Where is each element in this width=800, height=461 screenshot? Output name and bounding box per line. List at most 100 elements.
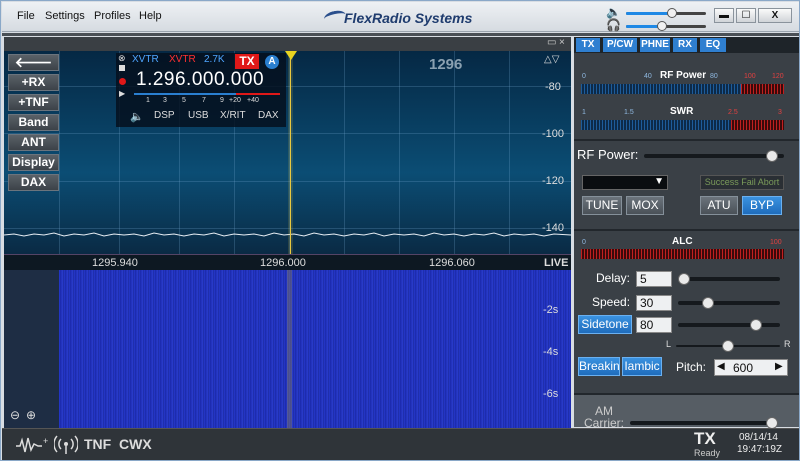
close-slice-icon[interactable]: ⊗ [118, 53, 126, 64]
speed-slider-thumb[interactable] [702, 297, 714, 309]
waterfall-time-label: -2s [543, 304, 559, 316]
live-label: LIVE [544, 257, 569, 269]
rx-antenna-label[interactable]: XVTR [132, 54, 159, 65]
tab-rx[interactable]: RX [673, 38, 697, 52]
alc-meter-title: ALC [672, 236, 693, 247]
pitch-decrease-icon[interactable]: ◀ [717, 361, 725, 372]
speed-slider[interactable] [678, 297, 780, 309]
pitch-stepper[interactable]: ◀ 600 ▶ [714, 359, 788, 376]
mox-button[interactable]: MOX [626, 196, 664, 215]
dax-button[interactable]: DAX [8, 174, 59, 191]
frequency-scale[interactable]: 1295.940 1296.000 1296.060 LIVE [4, 254, 571, 270]
add-rx-button[interactable]: +RX [8, 74, 59, 91]
panadapter-close-button[interactable]: × [559, 37, 565, 48]
swr-meter-bar [581, 120, 784, 130]
sidetone-slider[interactable] [678, 319, 780, 331]
slice-flag: ⊗ ▶ XVTR XVTR 2.7K TX A 1.296.000.000 1 … [116, 53, 286, 127]
delay-slider-thumb[interactable] [678, 273, 690, 285]
speaker-icon: 🔈 [606, 5, 621, 19]
rf-power-label: RF Power: [577, 147, 639, 162]
rf-power-slider-thumb[interactable] [766, 150, 778, 162]
tx-badge[interactable]: TX [235, 54, 259, 69]
sidetone-pan-slider[interactable] [676, 340, 780, 352]
rf-power-slider[interactable] [644, 150, 784, 162]
cwx-toggle[interactable]: CWX [119, 436, 152, 452]
meter-scale-tick: 80 [710, 73, 718, 80]
close-button[interactable]: X [758, 8, 792, 23]
pitch-value[interactable]: 600 [733, 361, 753, 375]
tab-eq[interactable]: EQ [700, 38, 726, 52]
lock-icon[interactable] [119, 65, 125, 71]
waterfall[interactable]: -2s -4s -6s ⊖ ⊕ [4, 270, 571, 428]
pitch-increase-icon[interactable]: ▶ [775, 361, 783, 372]
slice-marker-icon[interactable] [285, 51, 297, 60]
panadapter[interactable]: 1296 -80 -100 -120 -140 △▽ [4, 51, 571, 254]
tx-antenna-label[interactable]: XVTR [169, 54, 196, 65]
slice-center-line[interactable] [290, 51, 291, 254]
ant-button[interactable]: ANT [8, 134, 59, 151]
s-meter-tick: +40 [247, 97, 259, 104]
tx-profile-select[interactable]: ▼ [582, 175, 668, 190]
sidetone-button[interactable]: Sidetone [578, 315, 632, 334]
speed-field[interactable]: 30 [636, 295, 672, 311]
sidetone-pan-thumb[interactable] [722, 340, 734, 352]
svg-text:+: + [43, 436, 48, 446]
sidetone-slider-thumb[interactable] [750, 319, 762, 331]
mode-usb-button[interactable]: USB [188, 110, 209, 121]
meter-scale-tick: 1 [582, 109, 586, 116]
menu-help[interactable]: Help [139, 10, 162, 22]
panadapter-minimize-button[interactable]: ▭ [547, 37, 556, 48]
tune-button[interactable]: TUNE [582, 196, 622, 215]
zoom-in-icon[interactable]: ⊕ [26, 408, 36, 422]
status-date: 08/14/14 [739, 432, 778, 443]
minimize-button[interactable]: ▬ [714, 8, 734, 23]
menu-profiles[interactable]: Profiles [94, 10, 131, 22]
delay-field[interactable]: 5 [636, 271, 672, 287]
delay-slider[interactable] [678, 273, 780, 285]
meters-section: RF Power 0 40 80 100 120 SWR 1 1.5 2.5 3 [574, 63, 799, 147]
menu-settings[interactable]: Settings [45, 10, 85, 22]
line-out-volume-slider[interactable] [626, 8, 706, 18]
am-carrier-label: AM Carrier: [583, 404, 624, 430]
line-out-volume-thumb[interactable] [667, 8, 677, 18]
zoom-out-icon[interactable]: ⊖ [10, 408, 20, 422]
add-waveform-icon[interactable]: + [16, 436, 50, 454]
maximize-button[interactable]: ☐ [736, 8, 756, 23]
record-icon[interactable] [119, 78, 126, 85]
waterfall-time-label: -6s [543, 388, 559, 400]
freq-tick: 1296.060 [429, 257, 475, 269]
headphone-icon: 🎧 [606, 18, 621, 32]
sidetone-field[interactable]: 80 [636, 317, 672, 333]
tab-phne[interactable]: PHNE [640, 38, 670, 52]
play-icon[interactable]: ▶ [119, 89, 125, 98]
meter-scale-tick: 100 [770, 239, 782, 246]
tab-pcw[interactable]: P/CW [603, 38, 637, 52]
headphone-volume-slider[interactable] [626, 21, 706, 31]
audio-speaker-icon[interactable]: 🔈 [130, 110, 144, 123]
menu-file[interactable]: File [17, 10, 35, 22]
slice-letter-badge[interactable]: A [265, 55, 279, 69]
display-button[interactable]: Display [8, 154, 59, 171]
waterfall-left-gutter [4, 270, 59, 428]
atu-button[interactable]: ATU [700, 196, 738, 215]
iambic-button[interactable]: Iambic [622, 357, 662, 376]
menu-bar: File Settings Profiles Help FlexRadio Sy… [2, 2, 799, 32]
xrit-button[interactable]: X/RIT [220, 110, 246, 121]
wifi-broadcast-icon[interactable] [54, 435, 78, 455]
am-carrier-slider[interactable] [630, 417, 778, 429]
tnf-toggle[interactable]: TNF [84, 436, 111, 452]
tab-tx[interactable]: TX [576, 38, 600, 52]
dax-channel-button[interactable]: DAX [258, 110, 279, 121]
atu-status-success: Success [704, 177, 739, 187]
headphone-volume-thumb[interactable] [657, 21, 667, 31]
collapse-arrow-icon[interactable]: 🡐 [8, 54, 59, 71]
breakin-button[interactable]: Breakin [578, 357, 620, 376]
add-tnf-button[interactable]: +TNF [8, 94, 59, 111]
byp-button[interactable]: BYP [742, 196, 782, 215]
pitch-label: Pitch: [676, 360, 707, 374]
vfo-frequency[interactable]: 1.296.000.000 [136, 69, 264, 91]
meter-scale-tick: 100 [744, 73, 756, 80]
band-button[interactable]: Band [8, 114, 59, 131]
dsp-button[interactable]: DSP [154, 110, 175, 121]
meter-scale-tick: 0 [582, 73, 586, 80]
